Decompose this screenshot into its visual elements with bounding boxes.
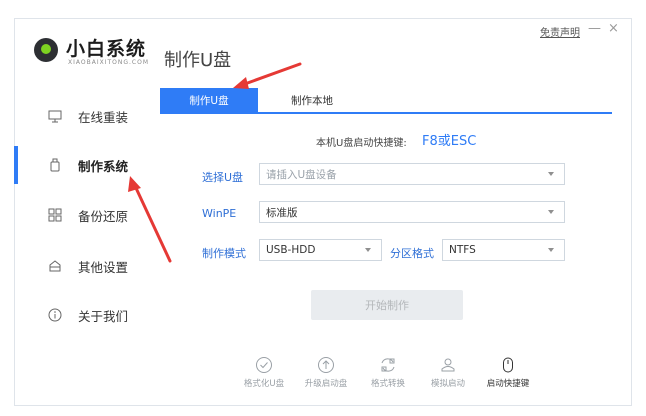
sidebar-item-label: 在线重装 — [78, 109, 129, 125]
person-icon — [439, 356, 457, 374]
tool-label: 模拟启动 — [430, 379, 465, 389]
convert-icon — [379, 356, 397, 374]
tool-label: 格式转换 — [370, 379, 405, 389]
start-make-button[interactable]: 开始制作 — [311, 290, 463, 320]
select-usb-placeholder: 请插入U盘设备 — [266, 168, 337, 181]
sidebar-item-other-settings[interactable]: 其他设置 — [18, 251, 160, 281]
hotkey-label: 本机U盘启动快捷键: — [316, 138, 407, 149]
grid-icon — [48, 208, 62, 222]
sidebar-item-backup-restore[interactable]: 备份还原 — [18, 200, 160, 230]
usb-drive-icon — [48, 158, 62, 172]
mode-dropdown[interactable]: USB-HDD — [259, 239, 382, 261]
tool-label: 格式化U盘 — [243, 379, 285, 389]
upload-icon — [317, 356, 335, 374]
archive-icon — [48, 259, 62, 273]
partition-label: 分区格式 — [390, 247, 434, 260]
chevron-down-icon — [365, 248, 371, 252]
winpe-value: 标准版 — [266, 206, 298, 219]
sidebar-item-about-us[interactable]: 关于我们 — [18, 300, 160, 330]
disclaimer-link[interactable]: 免责声明 — [540, 24, 580, 39]
tab-make-local[interactable]: 制作本地 — [264, 88, 360, 112]
tool-format-usb[interactable]: 格式化U盘 — [229, 356, 299, 392]
app-logo — [34, 38, 58, 62]
tool-upgrade-boot[interactable]: 升级启动盘 — [291, 356, 361, 392]
mode-label: 制作模式 — [202, 247, 246, 260]
winpe-label: WinPE — [202, 207, 237, 220]
page-title: 制作U盘 — [164, 50, 232, 71]
partition-dropdown[interactable]: NTFS — [442, 239, 565, 261]
chevron-down-icon — [548, 172, 554, 176]
sidebar-item-label: 备份还原 — [78, 208, 129, 224]
tab-bar: 制作U盘 制作本地 — [160, 88, 612, 114]
tab-make-usb[interactable]: 制作U盘 — [160, 88, 258, 112]
tool-label: 启动快捷键 — [486, 379, 530, 389]
chevron-down-icon — [548, 248, 554, 252]
tool-boot-hotkey[interactable]: 启动快捷键 — [473, 356, 543, 392]
sidebar-item-make-system[interactable]: 制作系统 — [18, 150, 160, 180]
mouse-icon — [499, 356, 517, 374]
select-usb-label: 选择U盘 — [202, 171, 244, 184]
sidebar-item-online-reinstall[interactable]: 在线重装 — [18, 101, 160, 131]
sidebar-item-label: 其他设置 — [78, 259, 129, 275]
brand-subtitle: XIAOBAIXITONG.COM — [68, 59, 149, 66]
hotkey-value: F8或ESC — [422, 134, 477, 149]
close-button[interactable]: × — [608, 21, 619, 36]
sidebar-item-label: 制作系统 — [78, 158, 129, 174]
monitor-icon — [48, 109, 62, 123]
winpe-dropdown[interactable]: 标准版 — [259, 201, 565, 223]
partition-value: NTFS — [449, 244, 476, 256]
chevron-down-icon — [548, 210, 554, 214]
sidebar-item-label: 关于我们 — [78, 308, 129, 324]
check-circle-icon — [255, 356, 273, 374]
select-usb-dropdown[interactable]: 请插入U盘设备 — [259, 163, 565, 185]
info-icon — [48, 308, 62, 322]
minimize-button[interactable]: — — [588, 21, 601, 36]
brand-name: 小白系统 — [66, 38, 147, 60]
mode-value: USB-HDD — [266, 244, 316, 256]
tool-label: 升级启动盘 — [304, 379, 348, 389]
